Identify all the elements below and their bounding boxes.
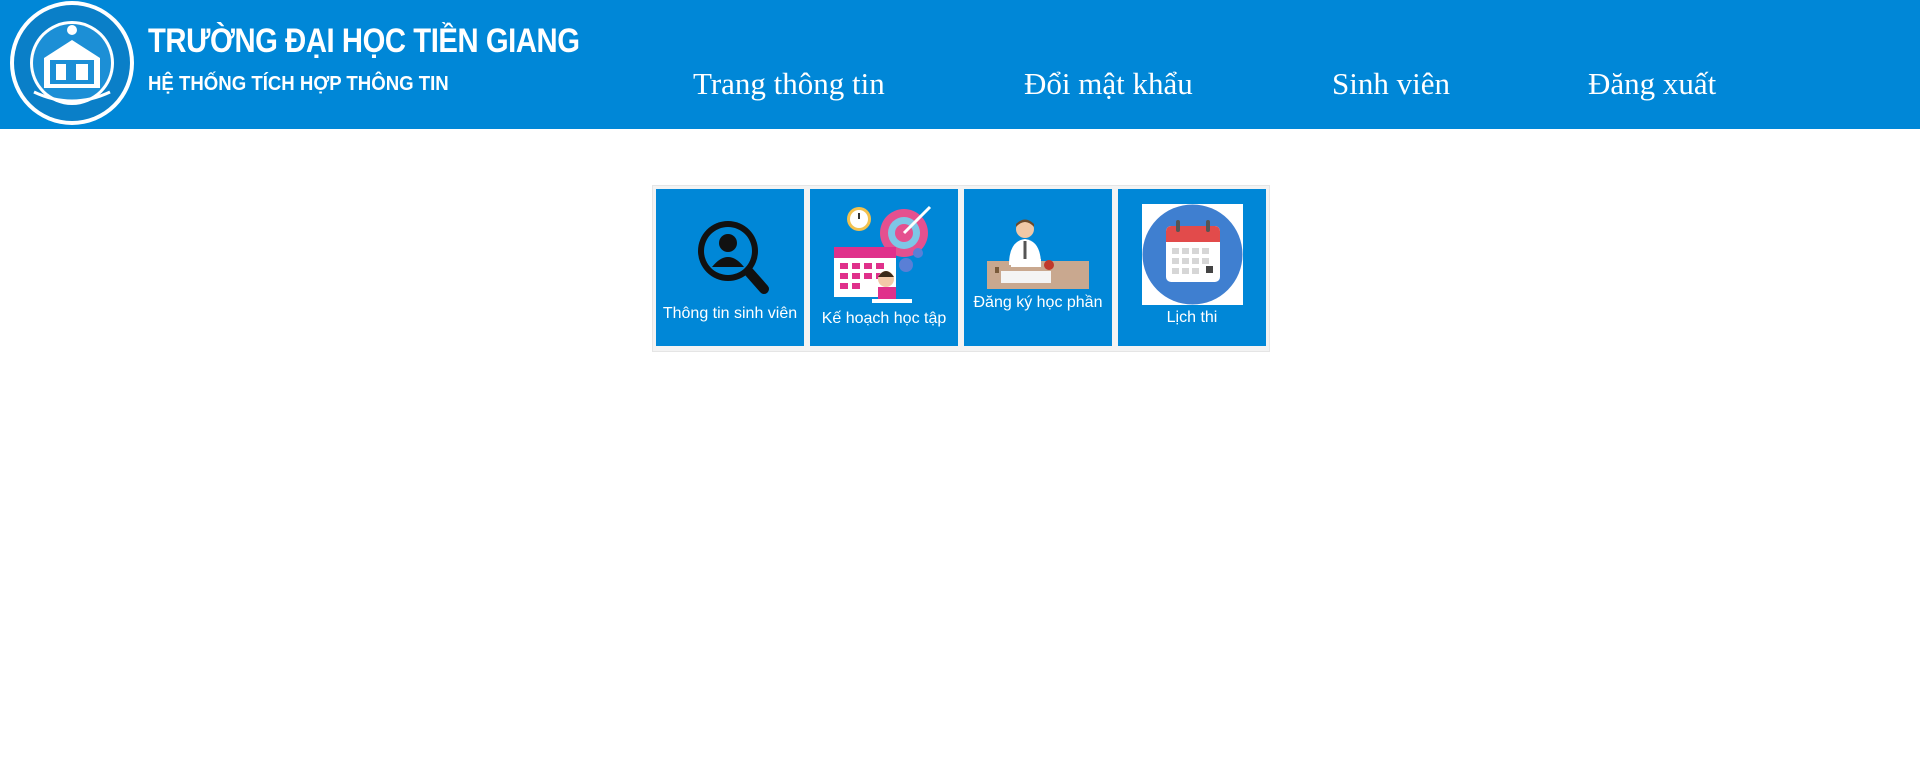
university-logo[interactable]	[4, 0, 140, 126]
tile-label: Thông tin sinh viên	[662, 305, 798, 322]
university-seal-icon	[10, 1, 134, 125]
tile-lich-thi[interactable]: Lịch thi	[1118, 189, 1266, 346]
school-name: TRƯỜNG ĐẠI HỌC TIỀN GIANG	[148, 22, 580, 60]
tile-label: Lịch thi	[1166, 309, 1218, 326]
nav-doi-mat-khau[interactable]: Đổi mật khẩu	[1024, 66, 1193, 102]
nav-sinh-vien[interactable]: Sinh viên	[1332, 66, 1450, 102]
tile-ke-hoach-hoc-tap[interactable]: Kế hoạch học tập	[810, 189, 958, 346]
study-plan-calendar-icon	[834, 205, 932, 303]
tile-label: Đăng ký học phần	[973, 294, 1103, 311]
system-name: HỆ THỐNG TÍCH HỢP THÔNG TIN	[148, 73, 449, 95]
tile-thong-tin-sinh-vien[interactable]: Thông tin sinh viên	[656, 189, 804, 346]
calendar-icon	[1142, 204, 1243, 305]
tile-dang-ky-hoc-phan[interactable]: Đăng ký học phần	[964, 189, 1112, 346]
person-at-desk-icon	[987, 219, 1089, 289]
function-tiles: Thông tin sinh viên Kế hoạch học tập Đăn…	[652, 185, 1270, 352]
tile-label: Kế hoạch học tập	[821, 310, 947, 327]
nav-trang-thong-tin[interactable]: Trang thông tin	[693, 66, 885, 102]
nav-dang-xuat[interactable]: Đăng xuất	[1588, 66, 1716, 102]
header-bar: TRƯỜNG ĐẠI HỌC TIỀN GIANG HỆ THỐNG TÍCH …	[0, 0, 1920, 129]
magnifier-person-icon	[698, 221, 769, 294]
